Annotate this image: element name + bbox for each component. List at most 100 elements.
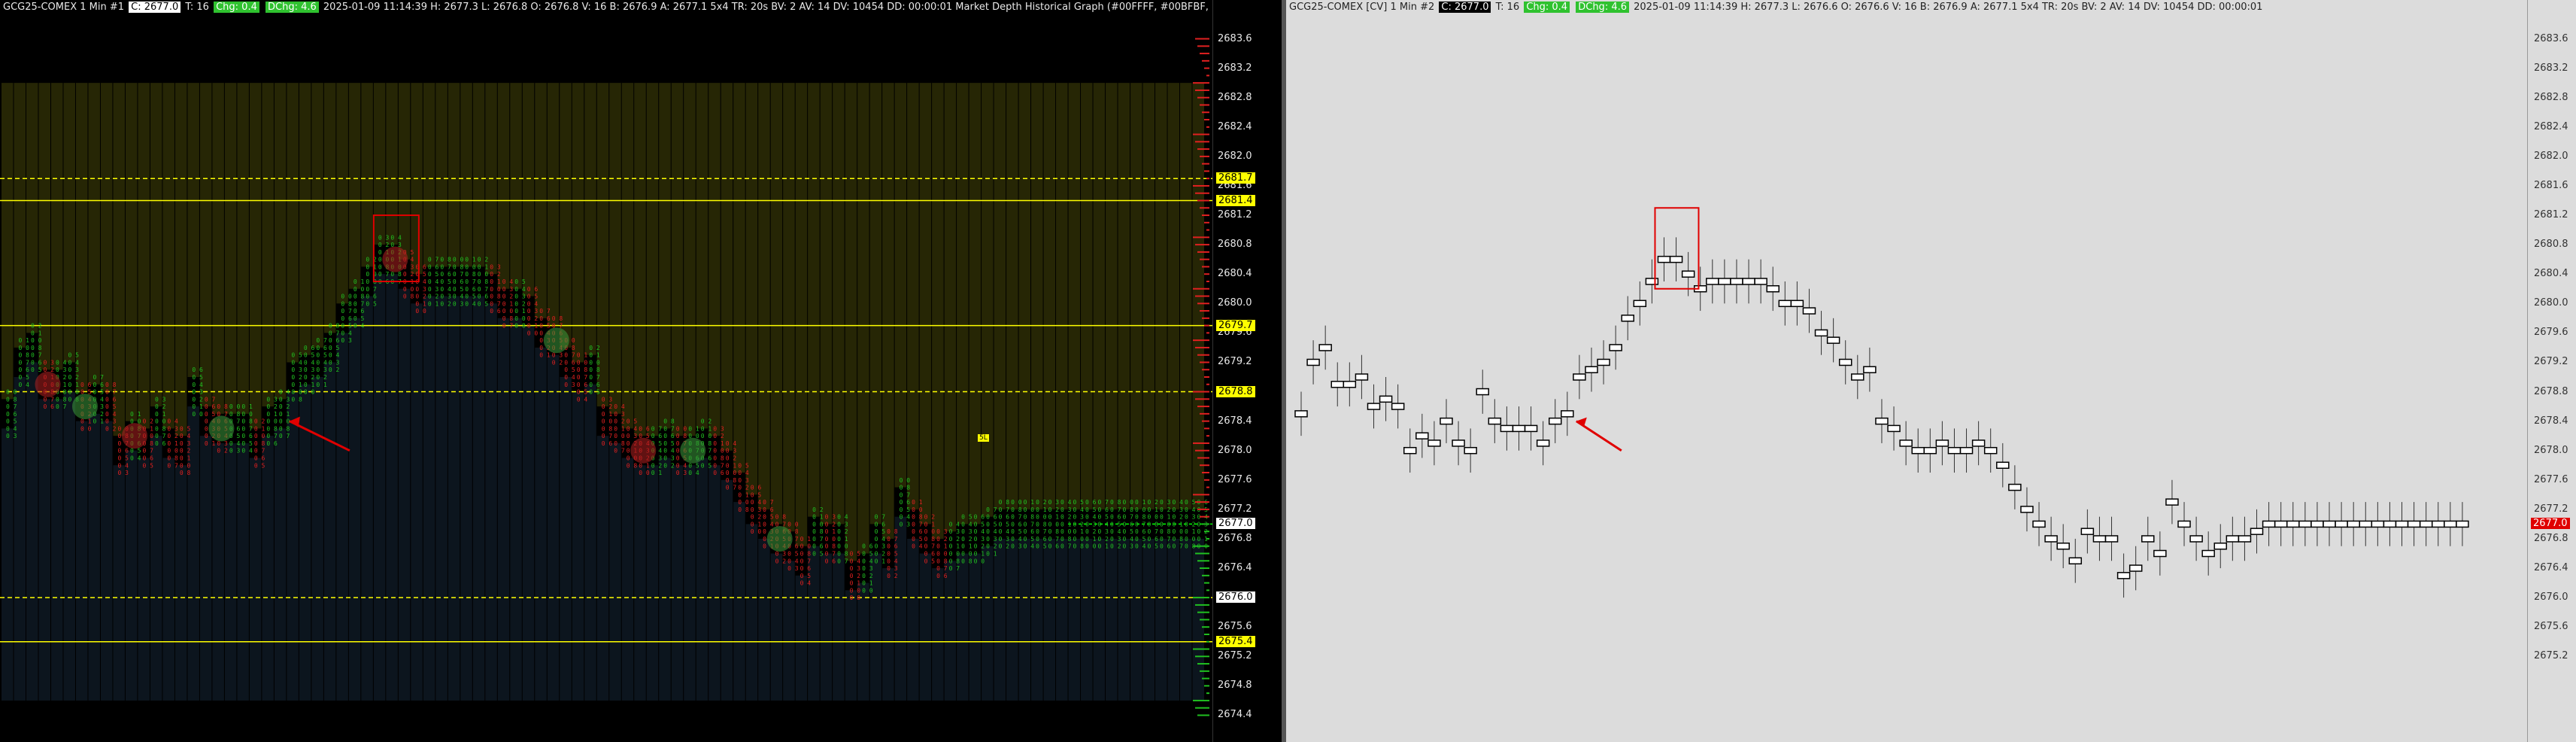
depth-cell-bid — [1167, 538, 1180, 701]
footprint-cell: 0 7 — [1036, 528, 1047, 535]
footprint-cell: 0 1 — [961, 543, 972, 550]
candle-body — [1428, 439, 1441, 447]
bar-info: 2025-01-09 11:14:39 H: 2677.3 L: 2676.8 … — [323, 2, 1282, 13]
depth-cell-bid — [212, 442, 224, 701]
footprint-cell: 0 6 — [341, 315, 352, 322]
footprint-cell: 0 1 — [415, 300, 426, 307]
footprint-cell: 0 6 — [800, 565, 812, 572]
footprint-cell: 0 0 — [701, 433, 712, 439]
footprint-cell: 0 2 — [1085, 528, 1097, 535]
footprint-cell: 0 2 — [329, 366, 340, 373]
footprint-cell: 0 7 — [1135, 521, 1146, 528]
depth-cell-bid — [1180, 538, 1192, 701]
footprint-cell: 0 5 — [701, 462, 712, 469]
depth-cell-ask — [609, 83, 621, 414]
depth-bar — [1197, 303, 1209, 305]
footprint-cell: 0 8 — [453, 263, 464, 270]
depth-bar — [1197, 148, 1209, 151]
candle-body — [1294, 410, 1308, 418]
change-value: Chg: 0.4 — [214, 2, 259, 13]
candle-body — [1536, 439, 1550, 447]
footprint-cell: 0 2 — [614, 418, 625, 425]
footprint-cell: 0 6 — [440, 271, 451, 278]
market-depth-plot[interactable]: 0 30 40 50 60 70 80 00 40 50 60 70 80 00… — [0, 0, 1212, 742]
footprint-cell: 0 3 — [43, 359, 54, 366]
depth-cell-bid — [745, 524, 758, 701]
footprint-cell: 0 5 — [1036, 543, 1047, 550]
candle-body — [1391, 403, 1405, 410]
price-tick-label: 2678.0 — [1218, 444, 1252, 456]
footprint-cell: 0 8 — [1036, 521, 1047, 528]
depth-bar — [1193, 133, 1209, 135]
footprint-cell: 0 8 — [105, 382, 117, 388]
depth-bar — [1195, 295, 1209, 297]
candle-plot[interactable] — [1286, 0, 2527, 742]
footprint-cell: 0 3 — [614, 411, 625, 418]
footprint-cell: 0 7 — [663, 425, 675, 432]
footprint-cell: 0 0 — [1060, 528, 1072, 535]
depth-bar — [1195, 192, 1209, 194]
candle-body — [1379, 395, 1393, 403]
depth-bar — [1202, 677, 1209, 680]
depth-cell-ask — [770, 83, 783, 525]
footprint-cell: 0 3 — [155, 396, 166, 403]
footprint-cell: 0 2 — [378, 242, 390, 248]
depth-bar — [1206, 435, 1209, 437]
bar-info: 2025-01-09 11:14:39 H: 2677.3 L: 2676.6 … — [1634, 2, 2263, 13]
candle-body — [1657, 255, 1671, 263]
depth-cell-bid — [386, 274, 398, 701]
depth-cell-ask — [311, 83, 323, 348]
footprint-cell: 0 6 — [887, 543, 898, 550]
footprint-cell: 0 5 — [1185, 499, 1196, 506]
depth-cell-bid — [348, 318, 361, 701]
depth-cell-ask — [721, 83, 733, 451]
footprint-cell: 0 8 — [614, 440, 625, 447]
depth-cell-bid — [783, 561, 795, 701]
depth-bar — [1193, 391, 1209, 393]
depth-cell-ask — [50, 83, 63, 370]
footprint-cell: 0 1 — [936, 543, 948, 550]
footprint-cell: 0 7 — [900, 491, 911, 498]
footprint-cell: 0 4 — [329, 352, 340, 359]
candle-body — [2092, 535, 2107, 543]
footprint-cell: 0 7 — [56, 403, 67, 410]
market-depth-chart-panel[interactable]: 0 30 40 50 60 70 80 00 40 50 60 70 80 00… — [0, 0, 1282, 742]
candle-chart-panel[interactable]: GCG25-COMEX [CV] 1 Min #2 C: 2677.0 T: 1… — [1286, 0, 2576, 742]
footprint-cell: 0 4 — [105, 411, 117, 418]
footprint-cell: 0 5 — [763, 514, 774, 521]
depth-cell-bid — [162, 458, 174, 701]
candle-body — [1524, 424, 1538, 433]
footprint-cell: 0 0 — [825, 536, 836, 543]
depth-bar — [1195, 707, 1209, 709]
price-axis[interactable]: 2683.6 2683.2 2682.8 2682.4 2682.0 2681.6 2681… — [1212, 0, 1282, 742]
price-axis[interactable]: 2683.6 2683.2 2682.8 2682.4 2682.0 2681.6 2681… — [2527, 0, 2576, 742]
footprint-cell: 0 2 — [1185, 521, 1196, 528]
depth-cell-bid — [1142, 538, 1155, 701]
footprint-cell: 0 3 — [837, 521, 848, 528]
depth-cell-ask — [348, 83, 361, 289]
candle-body — [2238, 535, 2252, 543]
footprint-cell: 0 7 — [167, 462, 178, 469]
footprint-cell: 0 0 — [812, 521, 824, 528]
depth-cell-bid — [1006, 538, 1018, 701]
depth-cell-ask — [845, 83, 857, 561]
footprint-cell: 0 1 — [353, 278, 365, 285]
depth-cell-bid — [721, 479, 733, 701]
footprint-cell: 0 4 — [837, 514, 848, 521]
footprint-cell: 0 7 — [1048, 536, 1060, 543]
footprint-cell: 0 4 — [241, 448, 253, 455]
depth-cell-ask — [423, 83, 435, 267]
footprint-cell: 0 4 — [6, 425, 17, 432]
footprint-cell: 0 6 — [43, 403, 54, 410]
depth-cell-ask — [783, 83, 795, 532]
candle-body — [1452, 439, 1465, 447]
footprint-cell: 0 6 — [6, 411, 17, 418]
volume-bubble — [71, 394, 98, 420]
depth-bar — [1193, 699, 1209, 701]
footprint-cell: 0 1 — [850, 580, 861, 587]
candle-body — [1935, 439, 1949, 447]
footprint-cell: 0 2 — [961, 536, 972, 543]
candle-body — [1548, 417, 1562, 425]
depth-cell-bid — [621, 458, 634, 701]
footprint-cell: 0 3 — [1073, 514, 1085, 521]
